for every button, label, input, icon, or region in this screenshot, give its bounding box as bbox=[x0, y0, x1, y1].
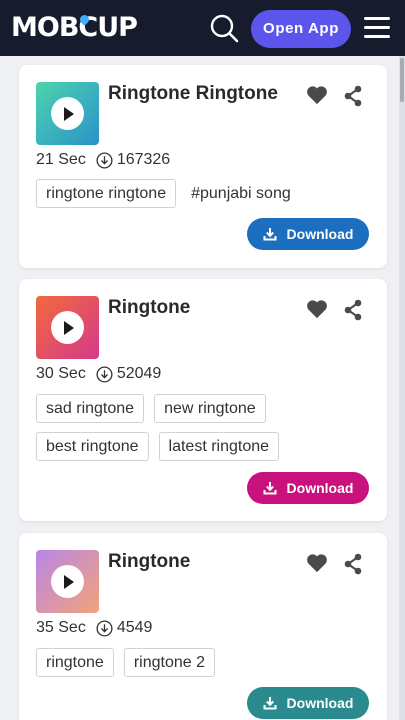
share-icon[interactable] bbox=[343, 553, 363, 575]
duration-text: 35 Sec bbox=[36, 619, 86, 636]
share-icon[interactable] bbox=[343, 85, 363, 107]
ringtone-meta: 30 Sec 52049 bbox=[36, 365, 161, 383]
hamburger-menu-icon[interactable] bbox=[362, 14, 392, 42]
download-count-text: 4549 bbox=[116, 619, 153, 636]
ringtone-meta: 35 Sec 4549 bbox=[36, 619, 152, 637]
heart-icon[interactable] bbox=[306, 553, 328, 573]
play-icon[interactable] bbox=[51, 565, 84, 598]
download-icon bbox=[263, 697, 277, 710]
download-count-icon bbox=[96, 619, 113, 637]
download-label: Download bbox=[286, 695, 354, 711]
ringtone-meta: 21 Sec 167326 bbox=[36, 151, 170, 169]
heart-icon[interactable] bbox=[306, 85, 328, 105]
tag-chip[interactable]: latest ringtone bbox=[158, 432, 280, 461]
ringtone-artwork[interactable] bbox=[36, 550, 99, 613]
play-icon[interactable] bbox=[51, 311, 84, 344]
tag-chip[interactable]: new ringtone bbox=[154, 394, 266, 423]
tag-chip[interactable]: ringtone bbox=[36, 648, 114, 677]
scrollbar-thumb[interactable] bbox=[400, 58, 404, 102]
ringtone-card: Ringtone Ringtone 21 Sec 167326 ringtone… bbox=[19, 65, 387, 268]
tag-chip[interactable]: sad ringtone bbox=[36, 394, 145, 423]
share-icon[interactable] bbox=[343, 299, 363, 321]
ringtone-artwork[interactable] bbox=[36, 296, 99, 359]
tag-chip[interactable]: ringtone 2 bbox=[123, 648, 215, 677]
open-app-button[interactable]: Open App bbox=[251, 10, 351, 48]
tag-list: sad ringtone new ringtone best ringtone … bbox=[36, 394, 376, 470]
download-icon bbox=[263, 228, 277, 241]
download-count-icon bbox=[96, 151, 113, 169]
tag-list: ringtone ringtone #punjabi song bbox=[36, 179, 376, 217]
ringtone-card: Ringtone 35 Sec 4549 ringtone ringtone 2… bbox=[19, 533, 387, 720]
download-icon bbox=[263, 482, 277, 495]
heart-icon[interactable] bbox=[306, 299, 328, 319]
download-label: Download bbox=[286, 480, 354, 496]
download-button[interactable]: Download bbox=[247, 472, 369, 504]
tag-chip[interactable]: best ringtone bbox=[36, 432, 149, 461]
download-button[interactable]: Download bbox=[247, 687, 369, 719]
tag-chip[interactable]: ringtone ringtone bbox=[36, 179, 177, 208]
download-count-text: 52049 bbox=[116, 365, 162, 382]
ringtone-title[interactable]: Ringtone bbox=[108, 551, 190, 573]
tag-list: ringtone ringtone 2 bbox=[36, 648, 376, 686]
tag-link[interactable]: #punjabi song bbox=[186, 179, 296, 208]
ringtone-card: Ringtone 30 Sec 52049 sad ringtone new r… bbox=[19, 279, 387, 521]
ringtone-artwork[interactable] bbox=[36, 82, 99, 145]
download-count-icon bbox=[96, 365, 113, 383]
search-icon[interactable] bbox=[208, 12, 240, 44]
page-scrollbar[interactable] bbox=[399, 56, 405, 720]
ringtone-title[interactable]: Ringtone bbox=[108, 297, 190, 319]
ringtone-title[interactable]: Ringtone Ringtone bbox=[108, 83, 278, 105]
duration-text: 30 Sec bbox=[36, 365, 86, 382]
top-header: MOBCUP Open App bbox=[0, 0, 405, 56]
duration-text: 21 Sec bbox=[36, 151, 86, 168]
download-button[interactable]: Download bbox=[247, 218, 369, 250]
download-count-text: 167326 bbox=[116, 151, 171, 168]
mobcup-logo[interactable]: MOBCUP bbox=[11, 12, 138, 44]
play-icon[interactable] bbox=[51, 97, 84, 130]
download-label: Download bbox=[286, 226, 354, 242]
